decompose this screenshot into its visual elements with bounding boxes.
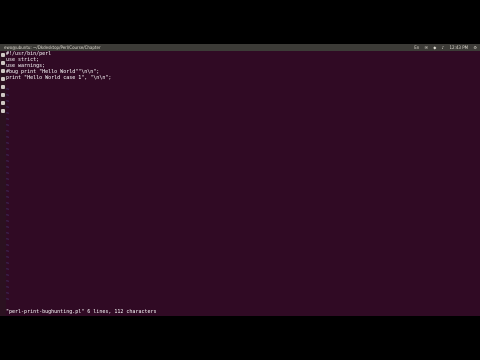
trash-icon[interactable] <box>1 109 5 113</box>
browser-icon[interactable] <box>1 69 5 73</box>
code-line[interactable]: print "Hello World case 1", "\n\n"; <box>6 75 111 81</box>
software-center-icon[interactable] <box>1 85 5 89</box>
keyboard-layout-indicator[interactable]: En <box>414 45 419 50</box>
volume-icon[interactable]: ♪ <box>442 45 445 50</box>
clock[interactable]: 12:43 PM <box>449 45 468 50</box>
terminal-icon[interactable] <box>1 101 5 105</box>
panel-indicators: En ✉ ◆ ♪ 12:43 PM ⚙ <box>410 44 477 51</box>
office-icon[interactable] <box>1 77 5 81</box>
desktop-screen: ewo@ubuntu: ~/Dkdesktop/Perl/Course/Chap… <box>0 44 480 316</box>
dash-icon[interactable] <box>1 53 5 57</box>
mail-icon[interactable]: ✉ <box>425 45 428 50</box>
window-title: ewo@ubuntu: ~/Dkdesktop/Perl/Course/Chap… <box>4 45 101 50</box>
files-icon[interactable] <box>1 61 5 65</box>
network-icon[interactable]: ◆ <box>433 45 436 50</box>
status-line: "perl-print-bughunting.pl" 6 lines, 112 … <box>6 309 157 315</box>
vim-editor[interactable]: #!/usr/bin/perl use strict; use warnings… <box>6 51 480 316</box>
tilde-marker: ~ <box>6 297 10 303</box>
top-panel: ewo@ubuntu: ~/Dkdesktop/Perl/Course/Chap… <box>0 44 480 51</box>
settings-icon[interactable] <box>1 93 5 97</box>
session-gear-icon[interactable]: ⚙ <box>473 45 477 50</box>
